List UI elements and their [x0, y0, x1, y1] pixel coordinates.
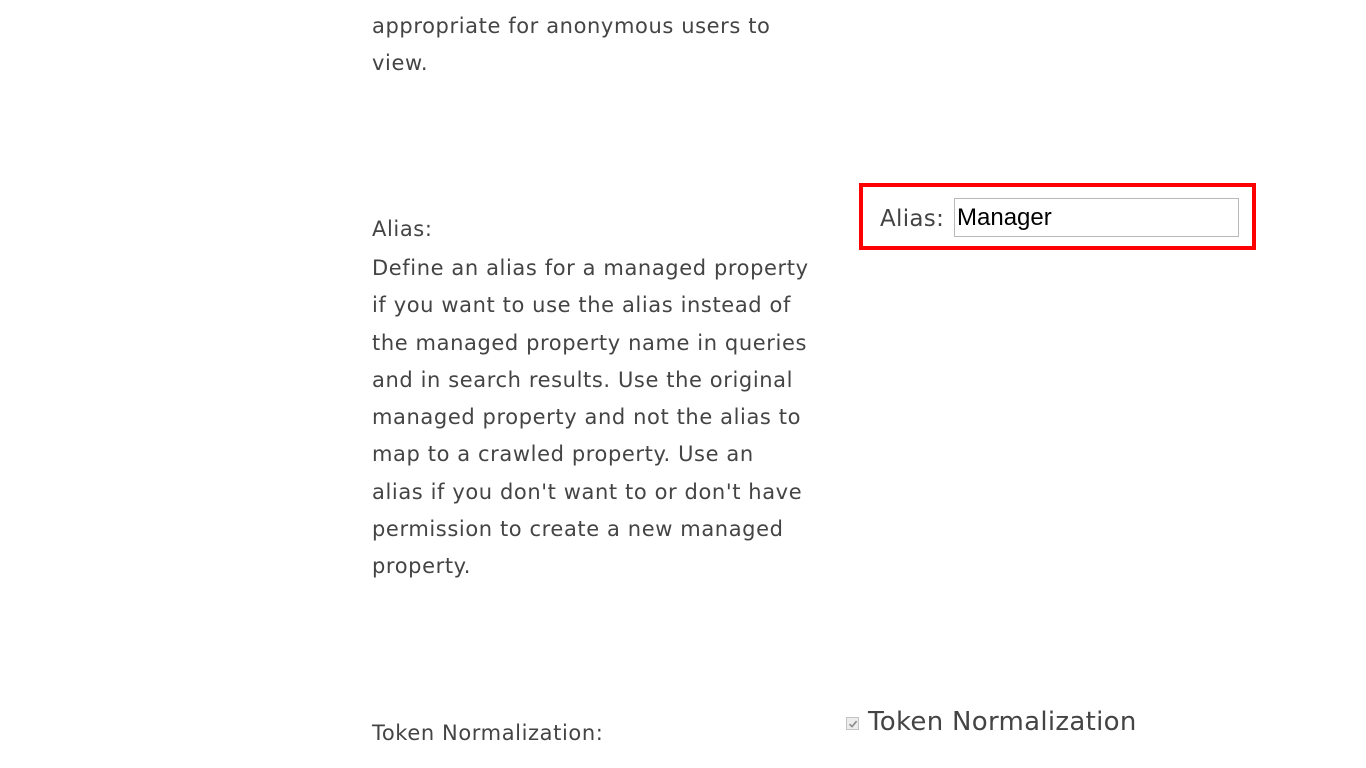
- alias-section-title: Alias:: [372, 217, 433, 241]
- alias-section-description: Define an alias for a managed property i…: [372, 256, 809, 579]
- alias-field-label: Alias:: [880, 206, 945, 232]
- token-normalization-section-title: Token Normalization:: [372, 721, 604, 745]
- token-normalization-label: Token Normalization: [868, 707, 1137, 737]
- checkmark-icon: [848, 720, 857, 728]
- intro-line-2: view.: [372, 51, 429, 76]
- token-normalization-checkbox[interactable]: [846, 717, 859, 730]
- alias-input[interactable]: [954, 198, 1239, 237]
- intro-description: appropriate for anonymous users to view.: [372, 8, 812, 83]
- intro-line-1: appropriate for anonymous users to: [372, 14, 771, 38]
